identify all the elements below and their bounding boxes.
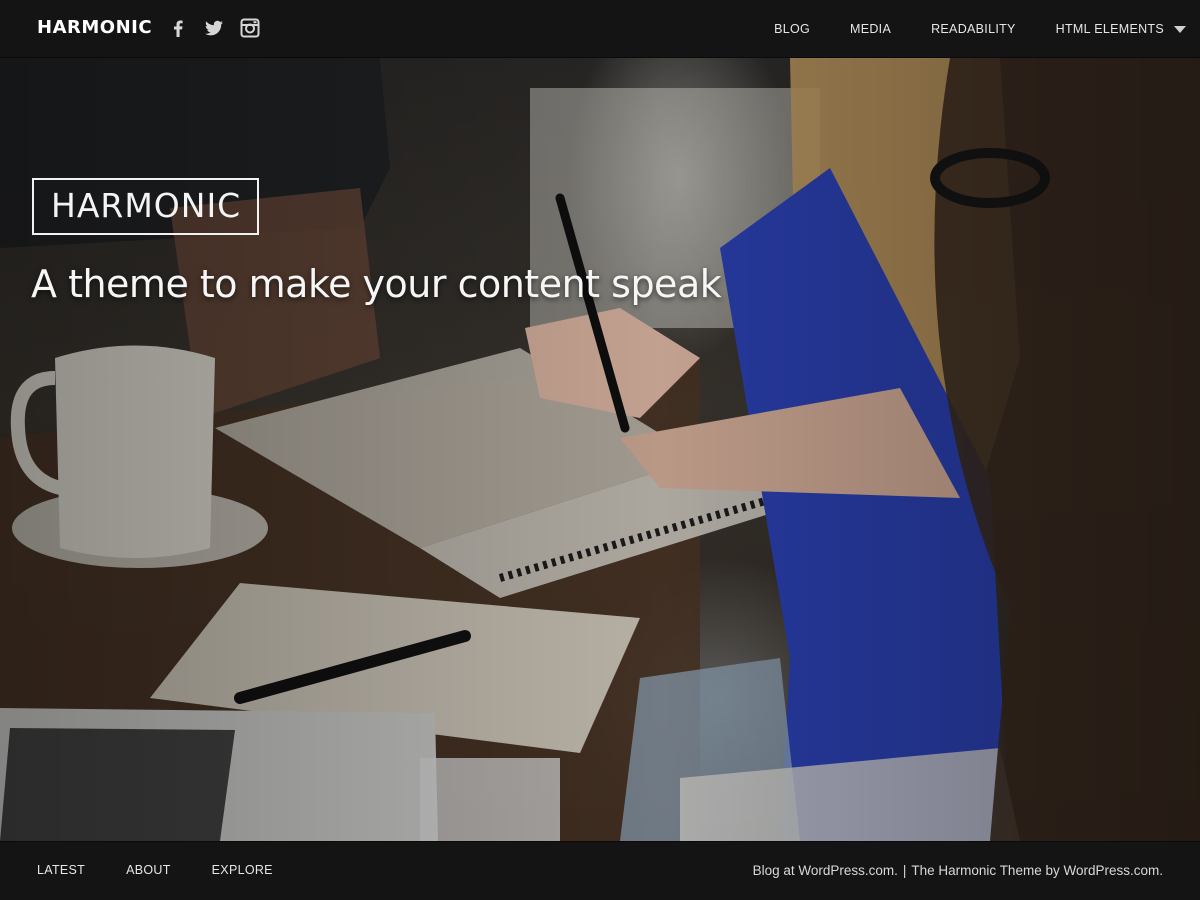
twitter-icon[interactable] bbox=[202, 16, 226, 40]
wordpress-credit-link[interactable]: Blog at WordPress.com. bbox=[753, 863, 898, 878]
site-footer: LATEST ABOUT EXPLORE Blog at WordPress.c… bbox=[0, 841, 1200, 900]
hero-logo-box: HARMONIC bbox=[32, 178, 260, 235]
footer-item-about[interactable]: ABOUT bbox=[126, 863, 171, 877]
site-header: HARMONIC BLOG MEDIA READABILITY HTML ELE… bbox=[0, 0, 1200, 58]
hero-tagline: A theme to make your content speak bbox=[31, 262, 722, 306]
hero: HARMONIC A theme to make your content sp… bbox=[0, 58, 1200, 841]
nav-item-html-elements[interactable]: HTML ELEMENTS bbox=[1056, 22, 1186, 36]
instagram-icon[interactable] bbox=[238, 16, 262, 40]
footer-item-latest[interactable]: LATEST bbox=[37, 863, 85, 877]
footer-item-explore[interactable]: EXPLORE bbox=[212, 863, 273, 877]
social-links bbox=[166, 16, 262, 40]
footer-credits: Blog at WordPress.com. | The Harmonic Th… bbox=[753, 842, 1163, 898]
page: HARMONIC BLOG MEDIA READABILITY HTML ELE… bbox=[0, 0, 1200, 900]
footer-navigation: LATEST ABOUT EXPLORE bbox=[37, 842, 314, 898]
theme-credit-link[interactable]: The Harmonic Theme by WordPress.com. bbox=[911, 863, 1163, 878]
nav-item-media[interactable]: MEDIA bbox=[850, 22, 891, 36]
credit-separator: | bbox=[902, 862, 907, 878]
hero-overlay bbox=[0, 58, 1200, 841]
nav-item-html-elements-label: HTML ELEMENTS bbox=[1055, 22, 1164, 36]
main-navigation: BLOG MEDIA READABILITY HTML ELEMENTS bbox=[734, 0, 1186, 58]
nav-item-blog[interactable]: BLOG bbox=[774, 22, 810, 36]
chevron-down-icon[interactable] bbox=[1174, 25, 1186, 33]
site-title-link[interactable]: HARMONIC bbox=[37, 17, 152, 38]
facebook-icon[interactable] bbox=[166, 16, 190, 40]
nav-item-readability[interactable]: READABILITY bbox=[931, 22, 1016, 36]
